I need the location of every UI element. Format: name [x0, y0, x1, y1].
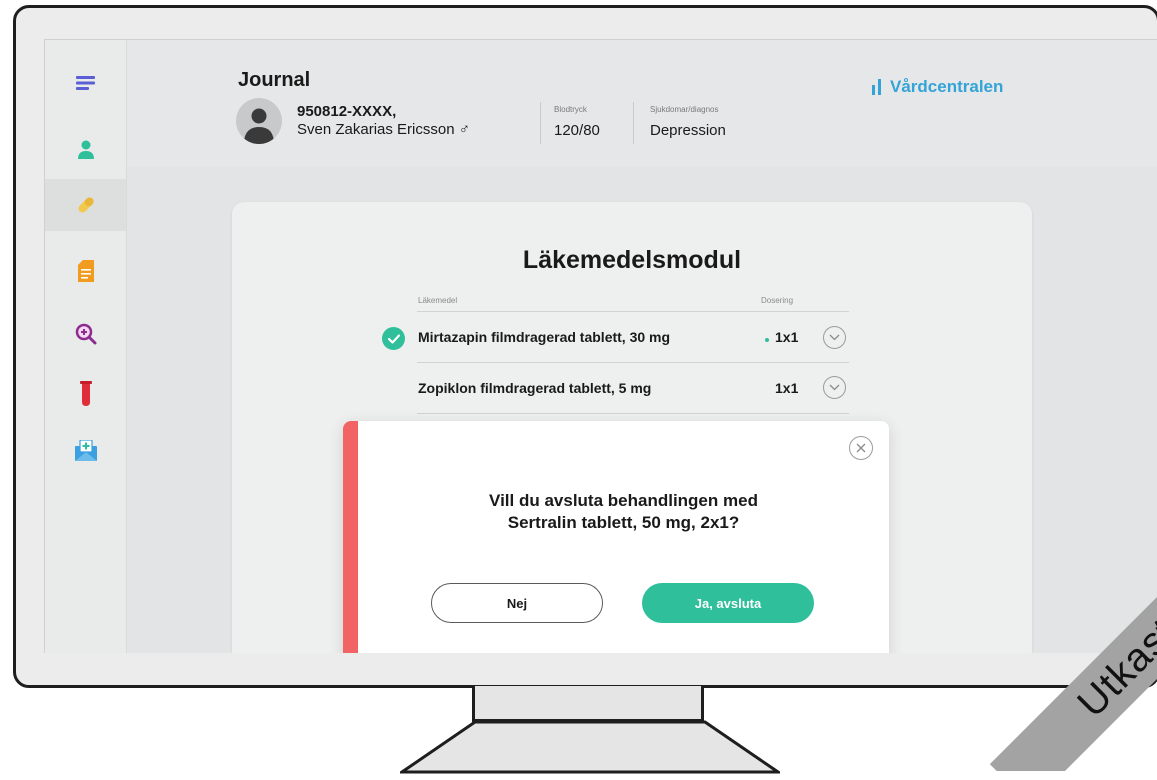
medication-dose: 1x1 — [775, 329, 799, 345]
user-icon — [77, 140, 94, 159]
gender-icon: ♂ — [458, 121, 470, 138]
sidebar — [45, 40, 127, 653]
menu-icon — [75, 76, 95, 90]
sidebar-item-menu[interactable] — [45, 57, 126, 109]
search-plus-icon — [75, 323, 96, 345]
sidebar-item-medication[interactable] — [45, 179, 126, 231]
document-icon — [77, 260, 94, 282]
sidebar-item-patient[interactable] — [45, 124, 126, 176]
avatar[interactable] — [236, 98, 282, 144]
checkmark-glyph — [387, 333, 400, 344]
header-separator — [540, 102, 541, 144]
diagnosis-label: Sjukdomar/diagnos — [650, 105, 719, 114]
sidebar-item-lab[interactable] — [45, 368, 126, 420]
blood-pressure-value: 120/80 — [554, 122, 600, 139]
monitor-neck — [472, 686, 704, 722]
confirm-dialog: Vill du avsluta behandlingen med Sertral… — [343, 421, 889, 653]
dialog-question-line: Vill du avsluta behandlingen med — [489, 491, 758, 510]
medication-name: Zopiklon filmdragerad tablett, 5 mg — [418, 380, 652, 396]
avatar-person-icon — [244, 108, 274, 144]
dialog-question-line: Sertralin tablett, 50 mg, 2x1? — [507, 513, 740, 532]
patient-header: Journal 950812-XXXX, Sven Zakarias Erics… — [127, 40, 1157, 167]
blood-pressure-label: Blodtryck — [554, 105, 587, 114]
dialog-accent-bar — [343, 421, 358, 653]
check-icon[interactable] — [382, 327, 405, 350]
column-header-medicine: Läkemedel — [418, 296, 458, 305]
page-title: Journal — [238, 69, 311, 91]
dose-indicator-dot — [765, 338, 769, 342]
diagnosis-value: Depression — [650, 122, 726, 139]
sidebar-item-messages[interactable] — [45, 425, 126, 477]
row-divider — [417, 362, 849, 363]
expand-row-button[interactable] — [823, 376, 846, 399]
pill-icon — [77, 197, 94, 213]
close-icon — [856, 443, 866, 453]
sidebar-item-documents[interactable] — [45, 245, 126, 297]
brand-logo: Vårdcentralen — [872, 77, 1003, 97]
medication-name: Mirtazapin filmdragerad tablett, 30 mg — [418, 329, 671, 345]
no-button[interactable]: Nej — [431, 583, 603, 623]
yes-end-button[interactable]: Ja, avsluta — [642, 583, 814, 623]
row-divider — [417, 311, 849, 312]
patient-name-text: Sven Zakarias Ericsson — [297, 121, 455, 138]
test-tube-icon — [79, 381, 92, 406]
brand-bars-icon — [872, 79, 881, 95]
monitor-base — [400, 720, 780, 774]
medication-dose: 1x1 — [775, 380, 799, 396]
column-header-dosage: Dosering — [761, 296, 794, 305]
draft-watermark: Utkast — [989, 530, 1157, 771]
dialog-question: Vill du avsluta behandlingen med Sertral… — [358, 490, 889, 534]
patient-name: Sven Zakarias Ericsson ♂ — [297, 121, 470, 138]
sidebar-item-search[interactable] — [45, 308, 126, 360]
expand-row-button[interactable] — [823, 326, 846, 349]
chevron-down-icon — [829, 334, 840, 341]
header-separator — [633, 102, 634, 144]
brand-name: Vårdcentralen — [890, 77, 1004, 96]
patient-id: 950812-XXXX, — [297, 103, 397, 120]
medical-mail-icon — [74, 440, 97, 461]
module-title: Läkemedelsmodul — [522, 246, 742, 274]
chevron-down-icon — [829, 384, 840, 391]
watermark-corner: Utkast — [897, 511, 1157, 771]
close-button[interactable] — [849, 436, 873, 460]
row-divider — [417, 413, 849, 414]
